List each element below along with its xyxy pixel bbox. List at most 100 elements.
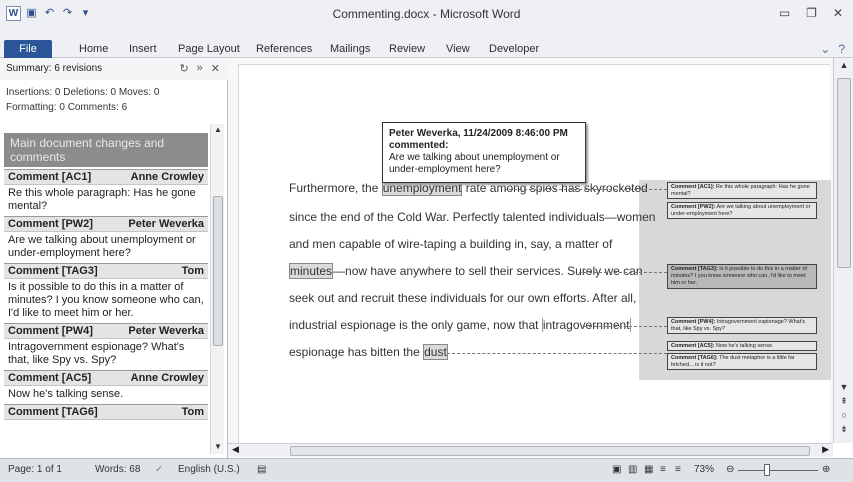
print-layout-icon[interactable]: ▣ — [612, 464, 621, 475]
outline-icon[interactable]: ≡ — [660, 464, 666, 475]
tab-file[interactable]: File — [4, 40, 52, 58]
zoom-out-icon[interactable]: ⊖ — [726, 464, 734, 475]
next-page-icon[interactable]: ⇟ — [834, 424, 853, 435]
tab-review[interactable]: Review — [389, 43, 425, 55]
comment-author: Tom — [181, 406, 204, 418]
commented-text[interactable]: intragovernment — [541, 318, 631, 332]
comment-item[interactable]: Comment [AC1] Anne Crowley Re this whole … — [4, 169, 208, 216]
zoom-slider-track[interactable] — [738, 470, 818, 471]
revision-counts: Formatting: 0 Comments: 6 — [6, 102, 128, 113]
reviewing-pane-icons: ↻ » ✕ — [179, 62, 220, 75]
comment-item[interactable]: Comment [AC5] Anne Crowley Now he's talki… — [4, 370, 208, 404]
comment-item[interactable]: Comment [TAG6] Tom — [4, 404, 208, 420]
scroll-thumb[interactable] — [290, 446, 810, 456]
doc-line[interactable]: seek out and recruit these individuals f… — [289, 291, 636, 305]
comment-text[interactable]: Intragovernment espionage? What's that, … — [4, 339, 208, 370]
comment-balloon[interactable]: Comment [AC5]: Now he's talking sense. — [667, 341, 817, 351]
doc-line[interactable]: and men capable of wire-taping a buildin… — [289, 237, 612, 251]
tab-view[interactable]: View — [446, 43, 470, 55]
comment-text[interactable]: Now he's talking sense. — [4, 386, 208, 404]
comment-id: Comment [PW2] — [8, 218, 93, 230]
commented-text[interactable]: dust — [423, 344, 448, 360]
comment-balloon[interactable]: Comment [AC1]: Re this whole paragraph: … — [667, 182, 817, 199]
doc-text: Furthermore, the — [289, 181, 382, 195]
comment-author: Peter Weverka — [128, 218, 204, 230]
comment-text[interactable]: Is it possible to do this in a matter of… — [4, 279, 208, 323]
revision-counts: Insertions: 0 Deletions: 0 Moves: 0 — [6, 87, 160, 98]
comment-author: Anne Crowley — [130, 171, 204, 183]
tab-home[interactable]: Home — [79, 43, 108, 55]
doc-line[interactable]: industrial espionage is the only game, n… — [289, 318, 631, 332]
scroll-up-icon[interactable]: ▲ — [834, 60, 853, 70]
zoom-slider-thumb[interactable] — [764, 464, 770, 476]
balloon-label: Comment [PW4]: — [671, 319, 716, 325]
scroll-right-icon[interactable]: ▶ — [822, 444, 829, 455]
vertical-scrollbar[interactable]: ▲ ▼ ⇞ ○ ⇟ — [833, 58, 853, 443]
comment-item[interactable]: Comment [PW2] Peter Weverka Are we talkin… — [4, 216, 208, 263]
previous-page-icon[interactable]: ⇞ — [834, 396, 853, 407]
title-bar: W ▣ ↶ ↷ ▾ Commenting.docx - Microsoft Wo… — [0, 0, 853, 28]
tab-mailings[interactable]: Mailings — [330, 43, 370, 55]
balloon-connector — [579, 272, 667, 273]
doc-line[interactable]: since the end of the Cold War. Perfectly… — [289, 210, 655, 224]
close-icon[interactable]: ✕ — [833, 6, 843, 20]
tab-references[interactable]: References — [256, 43, 312, 55]
reviewing-pane-scrollbar[interactable]: ▲ ▼ — [210, 124, 224, 454]
tooltip-text: Are we talking about unemployment or und… — [389, 152, 560, 175]
comment-balloon-selected[interactable]: Comment [TAG3]: Is it possible to do thi… — [667, 264, 817, 289]
comment-text[interactable]: Re this whole paragraph: Has he gone men… — [4, 185, 208, 216]
comment-id: Comment [AC1] — [8, 171, 92, 183]
browse-object-icon[interactable]: ○ — [834, 410, 853, 420]
word-count[interactable]: Words: 68 — [95, 464, 140, 475]
draft-icon[interactable]: ≡ — [675, 464, 681, 475]
restore-icon[interactable]: ❐ — [806, 6, 817, 20]
comment-balloon[interactable]: Comment [TAG6]: The dust metaphor is a l… — [667, 353, 817, 370]
close-pane-icon[interactable]: ✕ — [211, 62, 220, 75]
minimize-icon[interactable]: ▭ — [779, 6, 790, 20]
doc-line[interactable]: Furthermore, the unemployment rate among… — [289, 180, 648, 196]
balloon-label: Comment [PW2]: — [671, 204, 716, 210]
tooltip-author: Peter Weverka, 11/24/2009 8:46:00 PM — [389, 128, 568, 139]
refresh-icon[interactable]: ↻ — [179, 62, 188, 75]
scroll-thumb[interactable] — [213, 196, 223, 346]
expand-icon[interactable]: » — [197, 62, 203, 75]
document-area: Furthermore, the unemployment rate among… — [228, 58, 833, 443]
doc-line[interactable]: espionage has bitten the dust — [289, 344, 448, 360]
tab-page-layout[interactable]: Page Layout — [178, 43, 240, 55]
doc-line[interactable]: minutes—now have anywhere to sell their … — [289, 263, 643, 279]
page-indicator[interactable]: Page: 1 of 1 — [8, 464, 62, 475]
proofing-icon[interactable]: ✓ — [155, 464, 163, 475]
comment-id: Comment [PW4] — [8, 325, 93, 337]
scroll-left-icon[interactable]: ◀ — [232, 444, 239, 455]
section-header: Main document changes and comments — [4, 133, 208, 167]
balloon-label: Comment [AC1]: — [671, 184, 715, 190]
scroll-down-icon[interactable]: ▼ — [211, 442, 225, 451]
scroll-thumb[interactable] — [837, 78, 851, 268]
zoom-in-icon[interactable]: ⊕ — [822, 464, 830, 475]
doc-text: rate among spies has skyrocketed — [462, 181, 648, 195]
tab-insert[interactable]: Insert — [129, 43, 157, 55]
comment-item[interactable]: Comment [PW4] Peter Weverka Intragovernme… — [4, 323, 208, 370]
commented-text[interactable]: minutes — [289, 263, 334, 279]
comment-balloon[interactable]: Comment [PW2]: Are we talking about unem… — [667, 202, 817, 219]
minimize-ribbon-icon[interactable]: ⌄ — [820, 42, 830, 56]
scroll-down-icon[interactable]: ▼ — [834, 382, 853, 392]
scroll-up-icon[interactable]: ▲ — [211, 125, 225, 134]
document-page[interactable]: Furthermore, the unemployment rate among… — [238, 64, 831, 443]
help-icon[interactable]: ? — [838, 42, 845, 56]
reviewing-pane: Summary: 6 revisions ↻ » ✕ Insertions: 0… — [0, 58, 228, 458]
comment-item[interactable]: Comment [TAG3] Tom Is it possible to do t… — [4, 263, 208, 323]
comment-balloon[interactable]: Comment [PW4]: Intragovernment espionage… — [667, 317, 817, 334]
horizontal-scrollbar[interactable]: ◀ ▶ — [228, 443, 833, 457]
ribbon-right-controls: ⌄ ? — [820, 42, 845, 56]
language[interactable]: English (U.S.) — [178, 464, 240, 475]
full-screen-reading-icon[interactable]: ▥ — [628, 464, 637, 475]
doc-text: —now have anywhere to sell their service… — [333, 264, 643, 278]
balloon-label: Comment [TAG6]: — [671, 355, 718, 361]
zoom-level[interactable]: 73% — [694, 464, 714, 475]
tab-developer[interactable]: Developer — [489, 43, 539, 55]
balloon-label: Comment [TAG3]: — [671, 266, 718, 272]
macro-icon[interactable]: ▤ — [257, 464, 266, 475]
web-layout-icon[interactable]: ▦ — [644, 464, 653, 475]
comment-text[interactable]: Are we talking about unemployment or und… — [4, 232, 208, 263]
